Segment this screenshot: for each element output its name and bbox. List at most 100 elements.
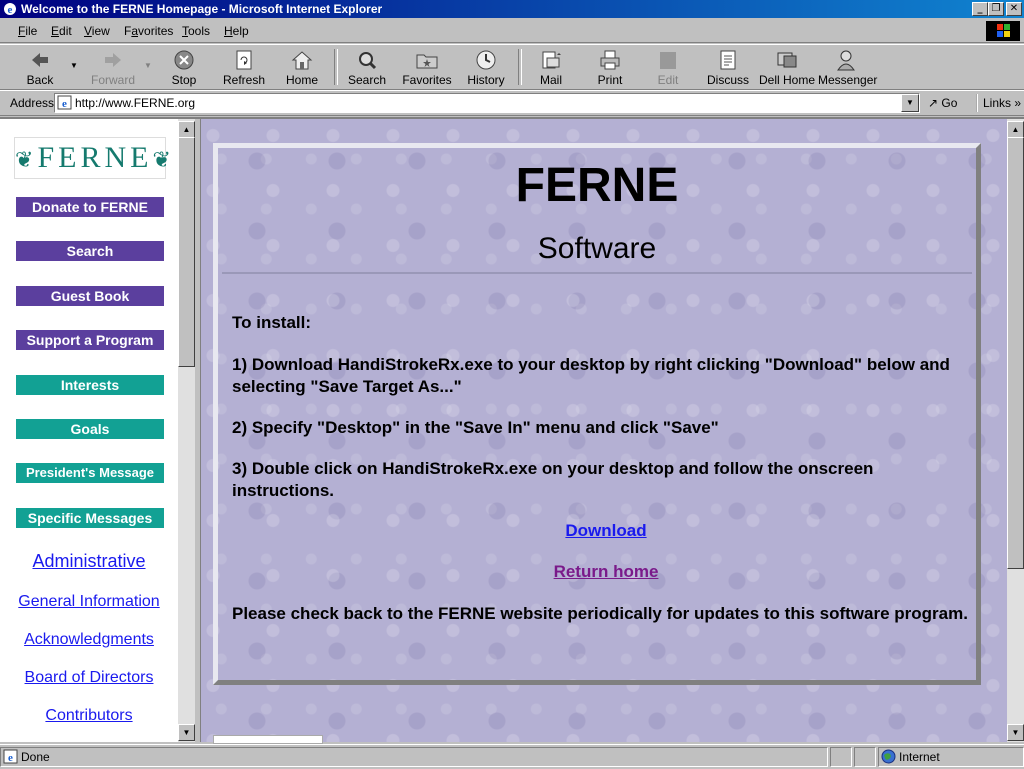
page-subtitle: Software [537, 232, 657, 265]
install-step-2: 2) Specify "Desktop" in the "Save In" me… [232, 418, 719, 437]
administrative-link[interactable]: Administrative [0, 551, 178, 572]
mail-icon [542, 51, 561, 69]
edit-page-icon [660, 52, 676, 69]
acknowledgments-link[interactable]: Acknowledgments [0, 631, 178, 649]
window-title: Welcome to the FERNE Homepage - Microsof… [21, 2, 383, 16]
refresh-icon [236, 50, 252, 70]
board-of-directors-link[interactable]: Board of Directors [0, 669, 178, 687]
donate-button[interactable]: Donate to FERNE [16, 197, 164, 217]
footer-note: Please check back to the FERNE website p… [232, 604, 968, 623]
address-dropdown-button[interactable]: ▼ [901, 94, 919, 112]
specific-messages-button[interactable]: Specific Messages [16, 508, 164, 528]
menu-file[interactable]: File [18, 24, 37, 38]
windows-logo-icon [986, 21, 1020, 41]
go-button[interactable]: ↗ Go [928, 94, 957, 112]
content-panel: FERNE Software To install: 1) Download H… [213, 143, 981, 685]
interests-button[interactable]: Interests [16, 375, 164, 395]
scroll-down-button[interactable]: ▼ [178, 724, 195, 741]
menu-favorites[interactable]: Favorites [124, 24, 173, 38]
status-panel-security [854, 747, 876, 767]
menu-help[interactable]: Help [224, 24, 249, 38]
refresh-button[interactable]: Refresh [218, 45, 270, 89]
support-program-button[interactable]: Support a Program [16, 330, 164, 350]
menu-view[interactable]: View [84, 24, 110, 38]
search-button[interactable]: Search [344, 45, 390, 89]
links-button[interactable]: Links » [976, 94, 1021, 112]
home-button[interactable]: Home [280, 45, 324, 89]
favorites-button[interactable]: Favorites [400, 45, 454, 89]
close-button[interactable]: ✕ [1006, 2, 1022, 16]
instructions-heading: To install: [232, 313, 312, 332]
search-nav-button[interactable]: Search [16, 241, 164, 261]
forward-dropdown[interactable]: ▼ [142, 45, 154, 89]
svg-text:e: e [8, 752, 13, 764]
fern-leaf-icon: ❦ [15, 147, 38, 172]
discuss-button[interactable]: Discuss [706, 45, 750, 89]
scroll-thumb[interactable] [1007, 137, 1024, 569]
contributors-link[interactable]: Contributors [0, 707, 178, 725]
security-zone-text: Internet [899, 750, 940, 764]
printer-icon [600, 50, 620, 70]
page-bottom-fragment [213, 735, 323, 744]
download-link[interactable]: Download [218, 521, 994, 541]
status-panel-main: e Done [0, 747, 828, 767]
general-information-link[interactable]: General Information [0, 593, 178, 611]
favorites-folder-icon [416, 54, 438, 69]
toolbar-separator [334, 49, 338, 85]
print-button[interactable]: Print [588, 45, 632, 89]
scroll-up-button[interactable]: ▲ [1007, 121, 1024, 138]
menu-edit[interactable]: Edit [51, 24, 72, 38]
svg-text:e: e [8, 4, 13, 16]
window-title-bar[interactable]: e Welcome to the FERNE Homepage - Micros… [0, 0, 1024, 18]
dell-home-button[interactable]: Dell Home [758, 45, 816, 89]
go-arrow-icon: ↗ [928, 96, 939, 110]
return-home-link[interactable]: Return home [218, 562, 994, 582]
discuss-icon [720, 50, 736, 70]
menu-bar: File Edit View Favorites Tools Help [0, 20, 1024, 43]
edit-button[interactable]: Edit [646, 45, 690, 89]
stop-button[interactable]: Stop [162, 45, 206, 89]
presidents-message-button[interactable]: President's Message [16, 463, 164, 483]
forward-arrow-icon [105, 53, 121, 67]
internet-explorer-icon: e [4, 3, 16, 16]
minimize-button[interactable]: _ [972, 2, 988, 16]
menu-tools[interactable]: Tools [182, 24, 210, 38]
internet-globe-icon [881, 749, 896, 764]
back-button[interactable]: Back [16, 45, 64, 89]
address-input[interactable] [75, 95, 895, 110]
guest-book-button[interactable]: Guest Book [16, 286, 164, 306]
scroll-up-button[interactable]: ▲ [178, 121, 195, 138]
stop-icon [174, 50, 194, 70]
address-label: Address [10, 96, 55, 110]
home-icon [291, 51, 313, 70]
main-scrollbar[interactable]: ▲ ▼ [1007, 119, 1024, 742]
dell-home-icon [777, 52, 797, 68]
status-panel-progress [830, 747, 852, 767]
browser-content: ❦FERNE❦ Donate to FERNE Search Guest Boo… [0, 117, 1024, 744]
address-field[interactable]: e ▼ [54, 93, 920, 113]
navigation-scrollbar[interactable]: ▲ ▼ [178, 119, 195, 742]
history-button[interactable]: History [464, 45, 508, 89]
ferne-logo: ❦FERNE❦ [14, 137, 171, 179]
toolbar-separator [518, 49, 522, 85]
scroll-down-button[interactable]: ▼ [1007, 724, 1024, 741]
page-title: FERNE [515, 159, 679, 212]
status-panel-zone: Internet [878, 747, 1024, 767]
install-step-3: 3) Double click on HandiStrokeRx.exe on … [232, 459, 874, 500]
goals-button[interactable]: Goals [16, 419, 164, 439]
main-content-frame: FERNE Software To install: 1) Download H… [201, 119, 1007, 744]
restore-button[interactable]: ❐ [988, 2, 1004, 16]
messenger-button[interactable]: Messenger [818, 45, 877, 89]
history-clock-icon [476, 50, 496, 70]
mail-button[interactable]: Mail [528, 45, 574, 89]
messenger-person-icon [837, 50, 855, 71]
address-bar: Address e ▼ ↗ Go Links » [0, 90, 1024, 116]
page-icon: e [57, 95, 72, 110]
svg-text:e: e [62, 98, 67, 110]
status-bar: e Done Internet [0, 744, 1024, 769]
scroll-thumb[interactable] [178, 137, 195, 367]
status-text: Done [21, 750, 50, 764]
search-icon [359, 52, 377, 70]
forward-button[interactable]: Forward [86, 45, 140, 89]
back-dropdown[interactable]: ▼ [68, 45, 80, 89]
